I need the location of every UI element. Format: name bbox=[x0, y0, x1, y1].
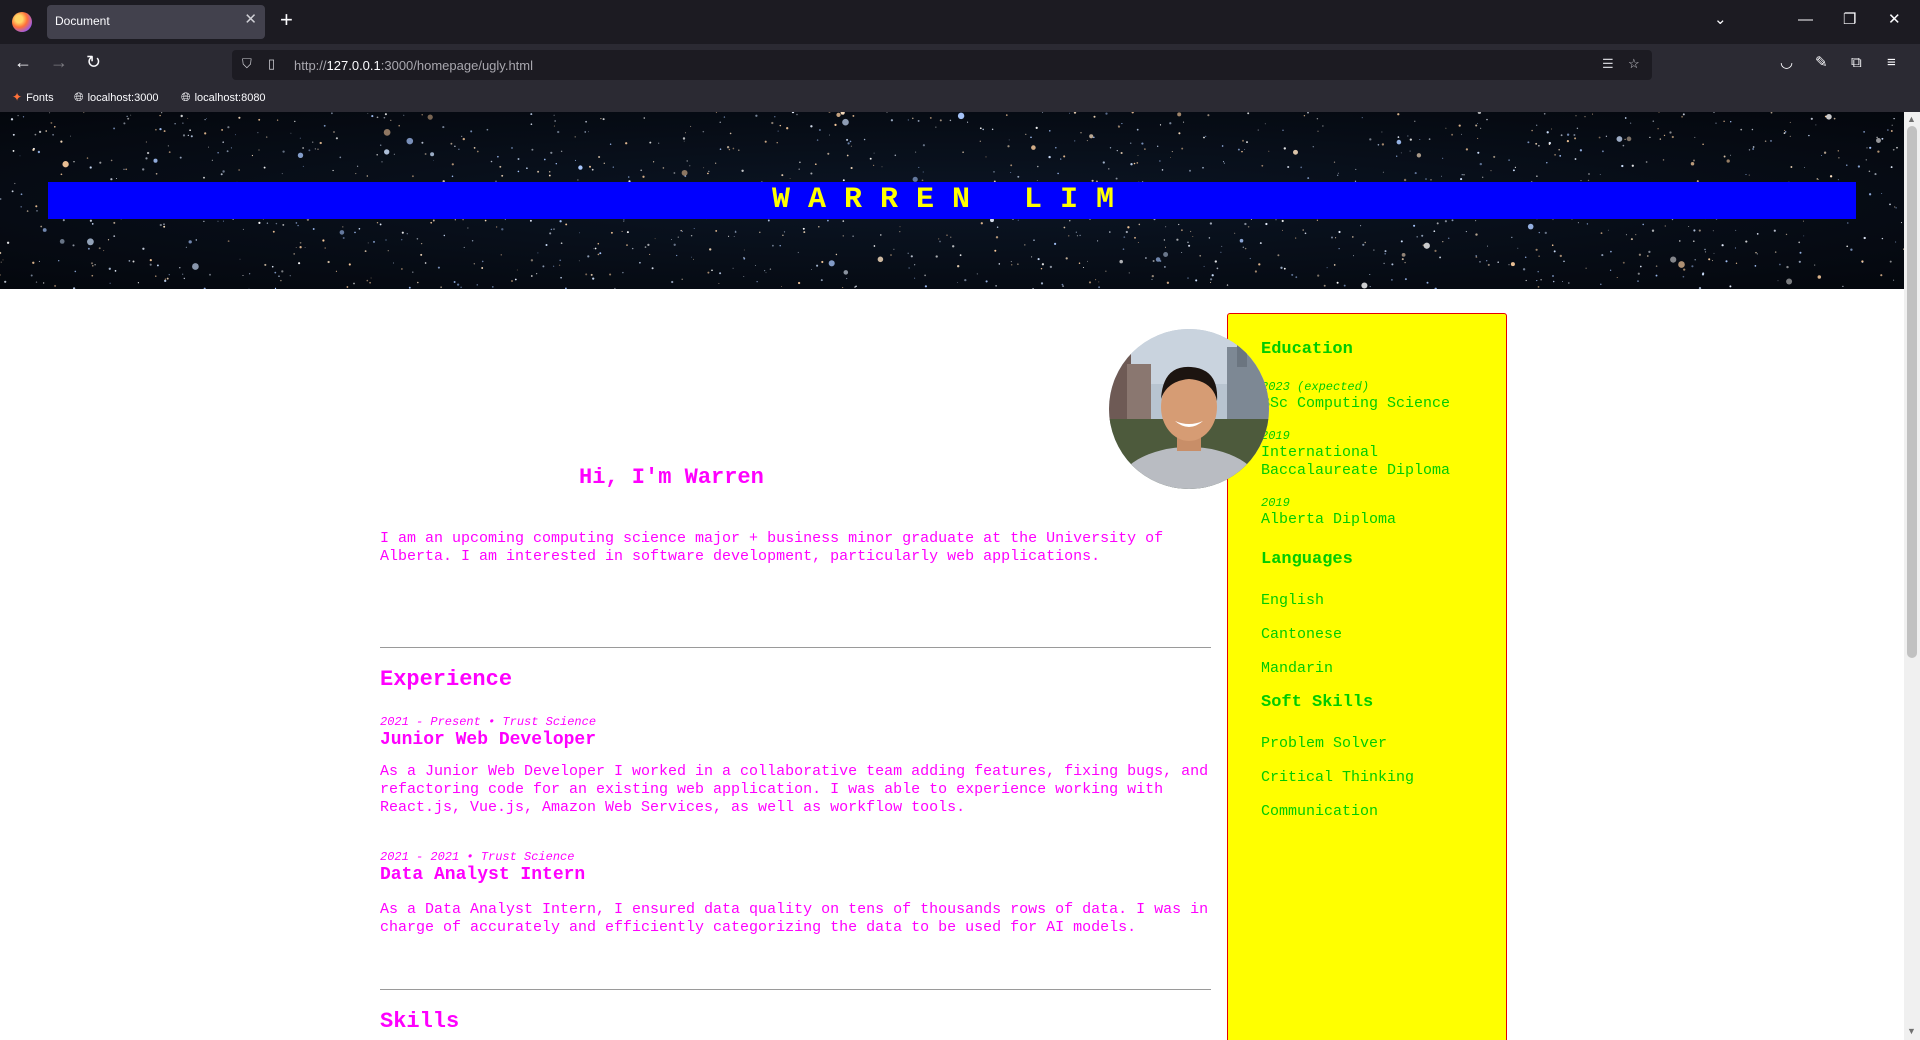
firefox-logo-icon bbox=[12, 12, 32, 32]
soft-skill-item: Critical Thinking bbox=[1261, 769, 1415, 786]
bookmark-localhost-8080[interactable]: 🌐︎ localhost:8080 bbox=[181, 90, 266, 105]
reader-view-icon[interactable]: ☰ bbox=[1602, 56, 1614, 72]
name-banner: WARREN LIM bbox=[48, 182, 1856, 219]
job-description: As a Junior Web Developer I worked in a … bbox=[380, 763, 1209, 816]
bookmarks-toolbar: ✦ Fonts 🌐︎ localhost:3000 🌐︎ localhost:8080 bbox=[0, 84, 1920, 112]
education-degree: Alberta Diploma bbox=[1261, 511, 1397, 528]
language-item: Cantonese bbox=[1261, 626, 1343, 643]
forward-arrow-icon[interactable]: → bbox=[50, 52, 68, 72]
scrollbar-thumb[interactable] bbox=[1907, 126, 1917, 658]
experience-heading: Experience bbox=[380, 667, 513, 692]
tab-list-chevron-icon[interactable]: ⌄ bbox=[1714, 10, 1727, 30]
close-window-icon[interactable]: ✕ bbox=[1888, 10, 1901, 30]
job-title: Data Analyst Intern bbox=[380, 865, 586, 885]
page-viewport[interactable]: WARREN LIM Hi, I'm Warren I am an upcomi… bbox=[0, 112, 1904, 1040]
soft-skills-heading: Soft Skills bbox=[1261, 693, 1374, 712]
job-title: Junior Web Developer bbox=[380, 730, 597, 750]
section-divider bbox=[380, 647, 1211, 648]
soft-skill-item: Problem Solver bbox=[1261, 735, 1388, 752]
job-description: As a Data Analyst Intern, I ensured data… bbox=[380, 901, 1209, 936]
education-degree: International Baccalaureate Diploma bbox=[1261, 444, 1451, 479]
soft-skill-item: Communication bbox=[1261, 803, 1379, 820]
reload-icon[interactable]: ↻ bbox=[86, 52, 101, 72]
job-meta: 2021 - Present • Trust Science bbox=[380, 715, 597, 729]
intro-paragraph: I am an upcoming computing science major… bbox=[380, 530, 1164, 565]
language-item: English bbox=[1261, 592, 1325, 609]
bookmark-localhost-3000[interactable]: 🌐︎ localhost:3000 bbox=[74, 90, 159, 105]
education-degree: BSc Computing Science bbox=[1261, 395, 1451, 412]
globe-icon: 🌐︎ bbox=[74, 90, 84, 104]
education-year: 2019 bbox=[1261, 496, 1290, 510]
tab-close-icon[interactable]: ✕ bbox=[244, 12, 257, 28]
shield-icon[interactable]: ⛉ bbox=[242, 56, 252, 72]
section-divider bbox=[380, 989, 1211, 990]
education-year: 2023 (expected) bbox=[1261, 380, 1370, 394]
page-icon: ▯ bbox=[268, 56, 276, 71]
scroll-down-arrow-icon[interactable]: ▼ bbox=[1907, 1026, 1916, 1036]
extensions-icon[interactable]: ⧉ bbox=[1851, 54, 1862, 72]
url-bar[interactable]: ⛉ ▯ http://127.0.0.1:3000/homepage/ugly.… bbox=[232, 50, 1652, 80]
scroll-up-arrow-icon[interactable]: ▲ bbox=[1907, 114, 1916, 124]
job-meta: 2021 - 2021 • Trust Science bbox=[380, 850, 575, 864]
browser-nav-bar: ← → ↻ ⛉ ▯ http://127.0.0.1:3000/homepage… bbox=[0, 44, 1920, 84]
fonts-icon: ✦ bbox=[12, 90, 23, 104]
languages-heading: Languages bbox=[1261, 550, 1353, 569]
starfield-banner: WARREN LIM bbox=[0, 112, 1904, 289]
menu-icon[interactable]: ≡ bbox=[1887, 54, 1896, 72]
globe-icon: 🌐︎ bbox=[181, 90, 191, 104]
url-text[interactable]: http://127.0.0.1:3000/homepage/ugly.html bbox=[294, 58, 533, 73]
pocket-icon[interactable]: ◡ bbox=[1780, 54, 1793, 72]
education-heading: Education bbox=[1261, 340, 1353, 359]
bookmark-fonts[interactable]: ✦ Fonts bbox=[12, 90, 54, 104]
back-arrow-icon[interactable]: ← bbox=[14, 52, 32, 72]
minimize-icon[interactable]: — bbox=[1798, 10, 1813, 30]
bookmark-star-icon[interactable]: ☆ bbox=[1628, 56, 1640, 72]
browser-tab-bar: Document ✕ + ⌄ — ❐ ✕ bbox=[0, 0, 1920, 44]
tab-title: Document bbox=[55, 14, 110, 28]
skills-heading: Skills bbox=[380, 1009, 460, 1034]
profile-avatar bbox=[1109, 329, 1269, 489]
site-title: WARREN LIM bbox=[771, 183, 1133, 217]
wrench-icon[interactable]: ✎ bbox=[1815, 54, 1828, 72]
browser-tab[interactable]: Document ✕ bbox=[47, 5, 265, 39]
new-tab-icon[interactable]: + bbox=[280, 8, 293, 32]
page-scrollbar[interactable]: ▲ ▼ bbox=[1904, 112, 1920, 1040]
language-item: Mandarin bbox=[1261, 660, 1334, 677]
sidebar-panel: Education 2023 (expected) BSc Computing … bbox=[1227, 313, 1507, 1040]
restore-icon[interactable]: ❐ bbox=[1843, 10, 1856, 30]
greeting-heading: Hi, I'm Warren bbox=[579, 465, 764, 490]
